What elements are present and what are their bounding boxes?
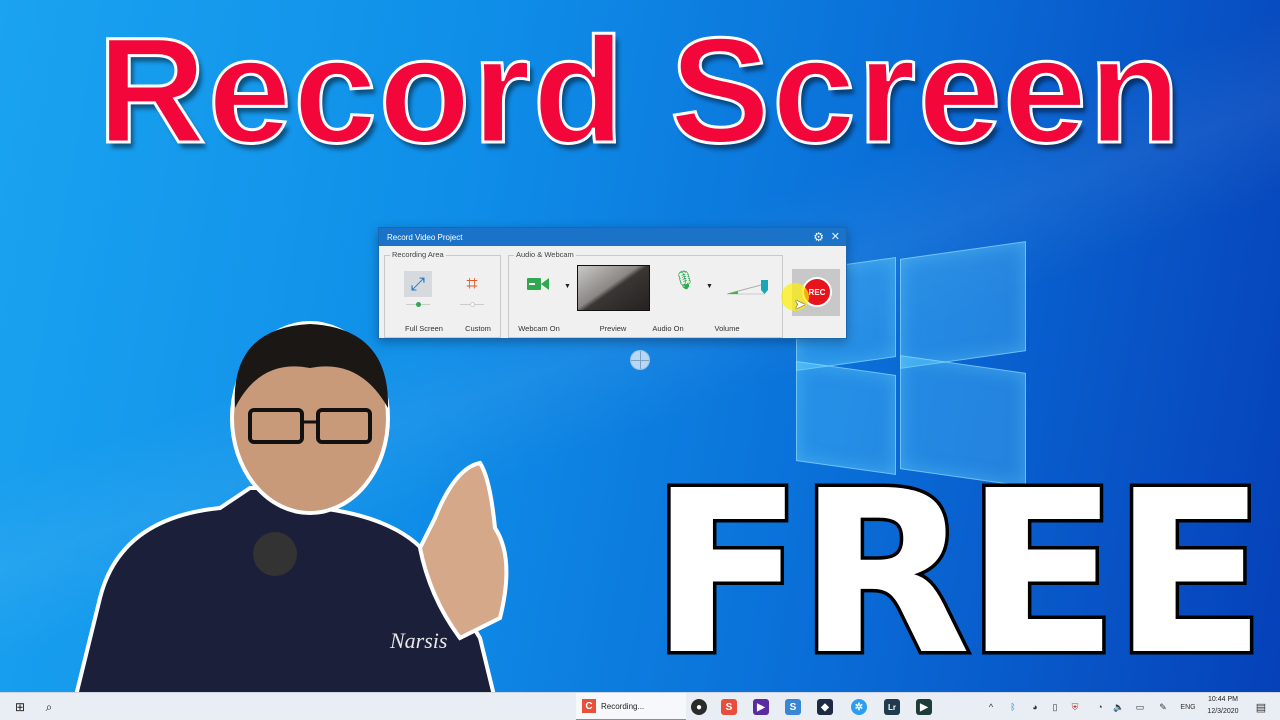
audio-webcam-label: Audio & Webcam — [514, 250, 576, 259]
app-s-red-icon: S — [721, 699, 737, 715]
taskbar-app-network[interactable]: ✲ — [849, 693, 869, 720]
bluetooth-icon[interactable]: ᛒ — [1006, 693, 1020, 720]
search-icon[interactable]: ⌕ — [38, 693, 60, 720]
mouse-cursor-icon: ➤ — [794, 296, 806, 312]
speaker-icon[interactable]: 🔈 — [1112, 693, 1126, 720]
app-tray-icon[interactable]: ◕ — [1028, 693, 1042, 720]
wifi-icon[interactable]: ◔ — [1093, 693, 1107, 720]
lightroom-icon: Lr — [884, 699, 900, 715]
windows-icon[interactable]: ⊞ — [8, 693, 32, 720]
taskbar: ⊞ ⌕ C Recording... ● S ▶ S ◆ ✲ Lr ▶ ^ ᛒ … — [0, 692, 1280, 720]
webcam-dropdown-arrow[interactable]: ▼ — [564, 283, 571, 290]
headline-text: Record Screen — [96, 6, 1183, 174]
logo-pane — [900, 241, 1026, 369]
camtasia-icon: C — [582, 699, 596, 713]
video-camera-icon — [527, 278, 549, 290]
microphone-icon: 🎙 — [673, 270, 696, 290]
pen-icon[interactable]: ✎ — [1156, 693, 1170, 720]
taskbar-app-s-red[interactable]: S — [719, 693, 739, 720]
preview-label: Preview — [599, 324, 627, 333]
taskbar-app-filmora[interactable]: ◆ — [815, 693, 835, 720]
webcam-preview — [577, 265, 650, 311]
taskbar-app-s-blue[interactable]: S — [783, 693, 803, 720]
audio-dropdown-arrow[interactable]: ▼ — [706, 283, 713, 290]
obs-icon: ● — [691, 699, 707, 715]
selected-dot — [416, 302, 421, 307]
app-s-blue-icon: S — [785, 699, 801, 715]
notification-icon[interactable]: ▤ — [1252, 693, 1270, 720]
battery-icon[interactable]: ▭ — [1133, 693, 1147, 720]
presenter-photo: Narsis — [67, 321, 509, 720]
taskbar-recording-app[interactable]: C Recording... — [576, 693, 686, 720]
recording-label: Recording... — [601, 701, 645, 711]
network-app-icon: ✲ — [851, 699, 867, 715]
taskbar-app-presenter[interactable]: ▶ — [914, 693, 934, 720]
presenter-app-icon: ▶ — [916, 699, 932, 715]
gear-icon[interactable]: ⚙ — [813, 230, 824, 244]
dialog-title: Record Video Project — [387, 232, 463, 242]
crop-icon: ⌗ — [466, 273, 478, 295]
free-text: FREE — [647, 443, 1270, 705]
tray-chevron[interactable]: ^ — [984, 693, 998, 720]
clock-date: 12/3/2020 — [1207, 708, 1239, 715]
clock-time: 10:44 PM — [1208, 696, 1238, 703]
taskbar-app-video-editor[interactable]: ▶ — [751, 693, 771, 720]
security-icon[interactable]: ⛨ — [1068, 693, 1082, 720]
video-editor-icon: ▶ — [753, 699, 769, 715]
shirt-text: Narsis — [389, 628, 447, 653]
volume-slider[interactable] — [727, 280, 771, 296]
recording-area-label: Recording Area — [390, 250, 446, 259]
dialog-title-bar[interactable]: Record Video Project ⚙ ✕ — [379, 228, 846, 246]
usb-icon[interactable]: ▯ — [1048, 693, 1062, 720]
unselected-dot — [470, 302, 475, 307]
expand-arrows-icon: ⤢ — [404, 271, 432, 297]
taskbar-app-obs[interactable]: ● — [689, 693, 709, 720]
crosshair-icon — [630, 350, 650, 370]
taskbar-app-lightroom[interactable]: Lr — [882, 693, 902, 720]
close-icon[interactable]: ✕ — [831, 230, 840, 243]
language-indicator[interactable]: ENG — [1178, 693, 1198, 720]
taskbar-clock[interactable]: 10:44 PM 12/3/2020 — [1200, 694, 1246, 718]
filmora-icon: ◆ — [817, 699, 833, 715]
